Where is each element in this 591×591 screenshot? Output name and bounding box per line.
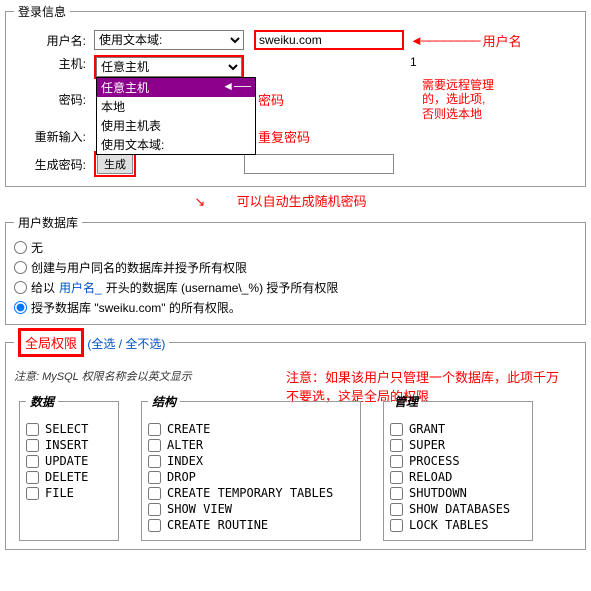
arrow-icon: ↘ <box>194 194 203 210</box>
priv-show-view[interactable] <box>148 503 161 516</box>
db-radio-same[interactable] <box>14 261 27 274</box>
password-helper: 密码 <box>258 90 408 109</box>
global-title: 全局权限 <box>18 328 84 357</box>
generated-password-input[interactable] <box>244 154 394 174</box>
priv-drop[interactable] <box>148 471 161 484</box>
priv-show-db[interactable] <box>390 503 403 516</box>
priv-super[interactable] <box>390 439 403 452</box>
gen-label: 生成密码: <box>14 156 94 173</box>
db-radio-none[interactable] <box>14 241 27 254</box>
priv-file[interactable] <box>26 487 39 500</box>
priv-data-title: 数据 <box>26 393 58 410</box>
host-option-local[interactable]: 本地 <box>97 97 255 116</box>
generate-button[interactable]: 生成 <box>97 154 133 174</box>
priv-index[interactable] <box>148 455 161 468</box>
username-label: 用户名: <box>14 32 94 49</box>
host-option-text[interactable]: 使用文本域: <box>97 135 255 154</box>
login-legend: 登录信息 <box>14 3 70 20</box>
priv-data-box: 数据 SELECT INSERT UPDATE DELETE FILE <box>19 393 119 541</box>
priv-update[interactable] <box>26 455 39 468</box>
priv-create-routine[interactable] <box>148 519 161 532</box>
username-input[interactable] <box>254 30 404 50</box>
host-footnote: 1 <box>410 55 417 69</box>
priv-lock[interactable] <box>390 519 403 532</box>
priv-grant[interactable] <box>390 423 403 436</box>
uncheck-all-link[interactable]: 全不选 <box>125 337 161 351</box>
username-annotation: 用户名 <box>483 31 522 50</box>
global-priv-legend: 全局权限 (全选 / 全不选) <box>14 328 169 357</box>
priv-admin-title: 管理 <box>390 393 422 410</box>
priv-delete[interactable] <box>26 471 39 484</box>
username-prefix-link[interactable]: 用户名_ <box>59 279 102 296</box>
arrow-icon: ◄──────── <box>410 33 479 48</box>
db-radio-prefix[interactable] <box>14 281 27 294</box>
password-label: 密码: <box>14 91 94 108</box>
priv-alter[interactable] <box>148 439 161 452</box>
check-all-link[interactable]: 全选 <box>91 337 115 351</box>
priv-shutdown[interactable] <box>390 487 403 500</box>
gen-annotation: 可以自动生成随机密码 <box>237 194 367 209</box>
host-dropdown-list: 任意主机◄── 本地 使用主机表 使用文本域: <box>96 77 256 155</box>
priv-struct-box: 结构 CREATE ALTER INDEX DROP CREATE TEMPOR… <box>141 393 361 541</box>
username-mode-select[interactable]: 使用文本域: <box>94 30 244 50</box>
retype-helper: 重复密码 <box>258 127 310 146</box>
priv-process[interactable] <box>390 455 403 468</box>
priv-insert[interactable] <box>26 439 39 452</box>
priv-select[interactable] <box>26 423 39 436</box>
global-priv-fieldset: 全局权限 (全选 / 全不选) 注意：如果该用户只管理一个数据库，此项千万不要选… <box>5 328 586 550</box>
login-fieldset: 登录信息 用户名: 使用文本域: ◄──────── 用户名 主机: 任意主机 … <box>5 3 586 187</box>
host-annotation: 需要远程管理 的，选此项, 否则选本地 <box>422 78 494 121</box>
priv-create[interactable] <box>148 423 161 436</box>
priv-struct-title: 结构 <box>148 393 180 410</box>
host-dropdown[interactable]: 任意主机 任意主机◄── 本地 使用主机表 使用文本域: <box>94 55 244 79</box>
retype-label: 重新输入: <box>14 128 94 145</box>
host-label: 主机: <box>14 55 94 72</box>
db-radio-grant[interactable] <box>14 301 27 314</box>
userdb-legend: 用户数据库 <box>14 214 82 231</box>
priv-reload[interactable] <box>390 471 403 484</box>
host-option-table[interactable]: 使用主机表 <box>97 116 255 135</box>
userdb-fieldset: 用户数据库 无 创建与用户同名的数据库并授予所有权限 给以 用户名_ 开头的数据… <box>5 214 586 325</box>
host-option-any[interactable]: 任意主机◄── <box>97 78 255 97</box>
priv-admin-box: 管理 GRANT SUPER PROCESS RELOAD SHUTDOWN S… <box>383 393 533 541</box>
priv-create-temp[interactable] <box>148 487 161 500</box>
